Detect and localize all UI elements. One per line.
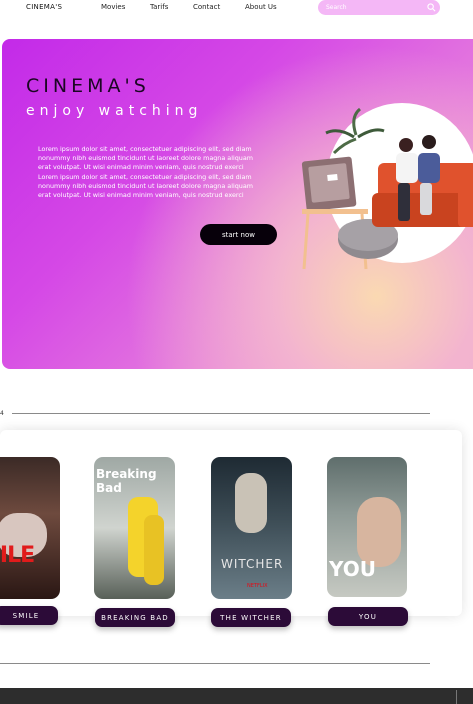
poster-breaking-bad-title: Breaking Bad [96, 467, 157, 495]
hero-title: CINEMA'S [26, 75, 150, 97]
couple-watching-tv-illustration [301, 103, 473, 270]
nav-link-about-us[interactable]: About Us [245, 3, 277, 11]
hero-description: Lorem ipsum dolor sit amet, consectetuer… [38, 145, 254, 200]
nav-link-tarifs[interactable]: Tarifs [150, 3, 168, 11]
poster-you[interactable]: YOU [327, 457, 407, 597]
brand-logo[interactable]: CINEMA'S [26, 3, 62, 11]
poster-breaking-bad[interactable]: Breaking Bad [94, 457, 175, 599]
card-button-you[interactable]: YOU [328, 607, 408, 626]
search-input[interactable] [318, 0, 440, 15]
poster-you-title: YOU [329, 557, 377, 581]
poster-witcher-title: WITCHER [221, 557, 284, 571]
search-icon[interactable] [427, 3, 436, 12]
hero-subtitle: enjoy watching [26, 103, 203, 119]
poster-smile[interactable]: MILE [0, 457, 60, 599]
nav-link-contact[interactable]: Contact [193, 3, 220, 11]
top-navigation: CINEMA'S Movies Tarifs Contact About Us [0, 0, 473, 16]
bottom-bar [0, 688, 473, 704]
poster-smile-title: MILE [0, 543, 35, 568]
section-number: 4 [0, 410, 4, 417]
card-button-breaking-bad[interactable]: BREAKING BAD [95, 608, 175, 627]
poster-the-witcher[interactable]: WITCHER NETFLIX [211, 457, 292, 599]
bottom-bar-separator [456, 690, 457, 704]
hero-banner: CINEMA'S enjoy watching Lorem ipsum dolo… [2, 39, 473, 369]
start-now-button[interactable]: start now [200, 224, 277, 245]
tv-icon [301, 156, 357, 212]
nav-link-movies[interactable]: Movies [101, 3, 125, 11]
section-divider [12, 413, 430, 414]
card-button-smile[interactable]: SMILE [0, 606, 58, 625]
card-button-the-witcher[interactable]: THE WITCHER [211, 608, 291, 627]
footer-divider [0, 663, 430, 664]
